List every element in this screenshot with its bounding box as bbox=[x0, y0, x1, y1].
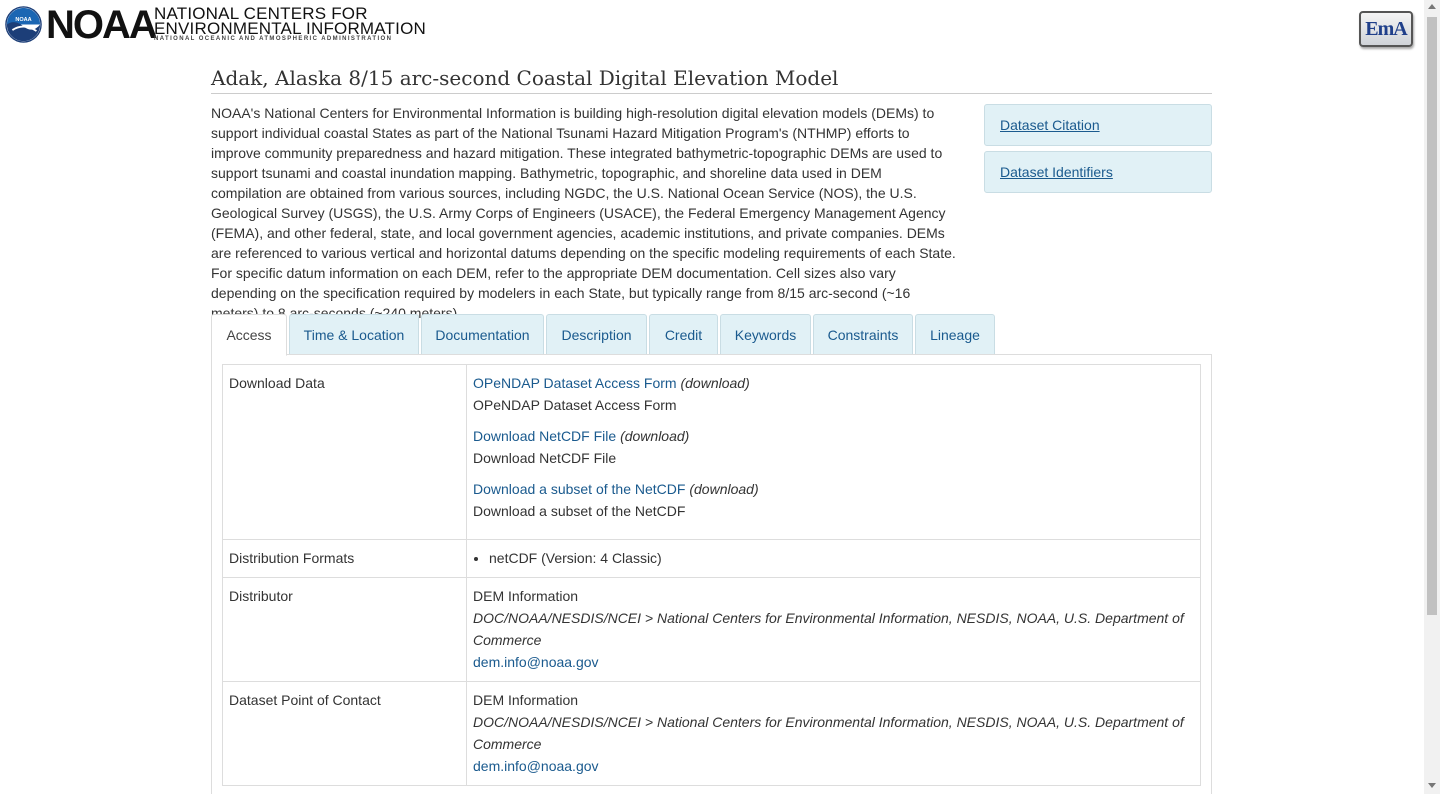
dataset-abstract: NOAA's National Centers for Environmenta… bbox=[211, 105, 956, 321]
tab-access[interactable]: Access bbox=[211, 314, 287, 356]
download-item: OPeNDAP Dataset Access Form (download) O… bbox=[473, 372, 1194, 416]
dataset-citation-link[interactable]: Dataset Citation bbox=[984, 104, 1212, 146]
download-item: Download NetCDF File (download) Download… bbox=[473, 425, 1194, 469]
tab-time-location[interactable]: Time & Location bbox=[289, 314, 419, 354]
poc-org: DOC/NOAA/NESDIS/NCEI > National Centers … bbox=[473, 714, 1184, 752]
ema-badge-icon[interactable]: EmA bbox=[1359, 11, 1413, 47]
formats-list: netCDF (Version: 4 Classic) bbox=[489, 547, 1194, 569]
table-row: Dataset Point of Contact DEM Information… bbox=[222, 681, 1201, 786]
scroll-down-icon[interactable] bbox=[1428, 783, 1436, 788]
poc-label: Dataset Point of Contact bbox=[222, 681, 467, 786]
tab-constraints[interactable]: Constraints bbox=[813, 314, 913, 354]
side-links: Dataset Citation Dataset Identifiers bbox=[984, 104, 1212, 198]
formats-label: Distribution Formats bbox=[222, 539, 467, 578]
poc-value: DEM Information DOC/NOAA/NESDIS/NCEI > N… bbox=[466, 681, 1201, 786]
opendap-link[interactable]: OPeNDAP Dataset Access Form bbox=[473, 375, 677, 391]
noaa-wordmark[interactable]: NOAA bbox=[46, 5, 158, 45]
download-data-value: OPeNDAP Dataset Access Form (download) O… bbox=[466, 364, 1201, 540]
formats-value: netCDF (Version: 4 Classic) bbox=[466, 539, 1201, 578]
tab-documentation[interactable]: Documentation bbox=[421, 314, 544, 354]
vertical-scrollbar[interactable] bbox=[1424, 0, 1440, 794]
scroll-up-icon[interactable] bbox=[1428, 4, 1436, 9]
poc-email-link[interactable]: dem.info@noaa.gov bbox=[473, 758, 599, 774]
download-note: (download) bbox=[620, 428, 690, 444]
dataset-identifiers-link[interactable]: Dataset Identifiers bbox=[984, 151, 1212, 193]
page-title: Adak, Alaska 8/15 arc-second Coastal Dig… bbox=[211, 60, 1212, 94]
download-desc: Download a subset of the NetCDF bbox=[473, 503, 686, 519]
distributor-name: DEM Information bbox=[473, 588, 579, 604]
distributor-email-link[interactable]: dem.info@noaa.gov bbox=[473, 654, 599, 670]
poc-name: DEM Information bbox=[473, 692, 579, 708]
download-desc: OPeNDAP Dataset Access Form bbox=[473, 397, 677, 413]
download-desc: Download NetCDF File bbox=[473, 450, 617, 466]
distributor-org: DOC/NOAA/NESDIS/NCEI > National Centers … bbox=[473, 610, 1184, 648]
access-tab-panel: Download Data OPeNDAP Dataset Access For… bbox=[211, 354, 1212, 794]
download-note: (download) bbox=[680, 375, 750, 391]
tab-lineage[interactable]: Lineage bbox=[915, 314, 995, 354]
tab-bar: Access Time & Location Documentation Des… bbox=[211, 314, 1212, 356]
main-content: Adak, Alaska 8/15 arc-second Coastal Dig… bbox=[211, 60, 1212, 794]
download-note: (download) bbox=[689, 481, 759, 497]
download-item: Download a subset of the NetCDF (downloa… bbox=[473, 478, 1194, 522]
scrollbar-thumb[interactable] bbox=[1427, 17, 1437, 615]
logo-label: NOAA bbox=[15, 17, 31, 23]
ncei-line-2: ENVIRONMENTAL INFORMATION bbox=[154, 19, 426, 38]
tab-keywords[interactable]: Keywords bbox=[720, 314, 811, 354]
distributor-value: DEM Information DOC/NOAA/NESDIS/NCEI > N… bbox=[466, 577, 1201, 682]
netcdf-link[interactable]: Download NetCDF File bbox=[473, 428, 616, 444]
list-item: netCDF (Version: 4 Classic) bbox=[489, 547, 1194, 569]
table-row: Distribution Formats netCDF (Version: 4 … bbox=[222, 539, 1201, 578]
noaa-logo-icon[interactable]: NOAA bbox=[5, 6, 42, 43]
table-row: Distributor DEM Information DOC/NOAA/NES… bbox=[222, 577, 1201, 682]
distributor-label: Distributor bbox=[222, 577, 467, 682]
download-data-label: Download Data bbox=[222, 364, 467, 540]
access-table: Download Data OPeNDAP Dataset Access For… bbox=[222, 364, 1201, 786]
tab-credit[interactable]: Credit bbox=[649, 314, 718, 354]
tab-description[interactable]: Description bbox=[546, 314, 647, 354]
table-row: Download Data OPeNDAP Dataset Access For… bbox=[222, 364, 1201, 540]
ncei-line-3: NATIONAL OCEANIC AND ATMOSPHERIC ADMINIS… bbox=[154, 36, 393, 42]
netcdf-subset-link[interactable]: Download a subset of the NetCDF bbox=[473, 481, 685, 497]
site-header: NOAA NOAA NATIONAL CENTERS FOR ENVIRONME… bbox=[0, 0, 1424, 50]
ncei-wordmark[interactable]: NATIONAL CENTERS FOR ENVIRONMENTAL INFOR… bbox=[154, 5, 426, 43]
